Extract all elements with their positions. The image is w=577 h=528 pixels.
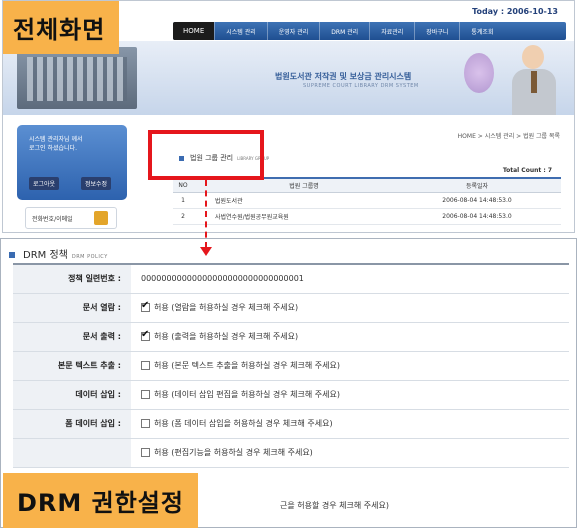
form-data-insert-text: 허용 (폼 데이터 삽입을 허용하실 경우 체크해 주세요): [154, 419, 333, 428]
form-row: 본문 텍스트 추출 : 허용 (본문 텍스트 추출을 허용하실 경우 체크해 주…: [13, 351, 569, 381]
login-panel: 시스템 관리자님 께서 로그인 하셨습니다. 로그아웃 정보수정: [17, 125, 127, 200]
composite-screenshot: Today : 2006-10-13 HOME 시스템 관리 운영자 관리 DR…: [0, 0, 577, 528]
form-row: 데이터 삽입 : 허용 (데이터 삽입 편집을 허용하실 경우 체크해 주세요): [13, 380, 569, 410]
form-row: 허용 (편집기능을 허용하실 경우 체크해 주세요): [13, 438, 569, 468]
form-row: 문서 출력 : 허용 (출력을 허용하실 경우 체크해 주세요): [13, 322, 569, 352]
form-data-insert-checkbox[interactable]: [141, 419, 150, 428]
nav-home[interactable]: HOME: [173, 22, 215, 40]
contact-card-label: 전화번호/이메일: [32, 216, 73, 223]
logout-button[interactable]: 로그아웃: [29, 177, 60, 190]
partial-row-text: 근을 허용할 경우 체크해 주세요): [280, 501, 389, 510]
col-header-group-name: 법원 그룹명: [193, 177, 393, 193]
today-date: Today : 2006-10-13: [472, 7, 558, 16]
doc-view-text: 허용 (열람을 허용하실 경우 체크해 주세요): [154, 303, 299, 312]
login-message: 시스템 관리자님 께서 로그인 하셨습니다.: [29, 136, 83, 152]
col-header-no: NO: [173, 177, 193, 193]
group-table: NO 법원 그룹명 등록일자 1 법원도서관 2006-08-04 14:48:…: [173, 177, 561, 225]
system-subtitle: SUPREME COURT LIBRARY DRM SYSTEM: [303, 83, 419, 89]
doc-print-label: 문서 출력 :: [13, 322, 131, 352]
group-name-link[interactable]: 사법연수원/법원공무원교육원: [193, 208, 393, 225]
edit-checkbox[interactable]: [141, 448, 150, 457]
drm-settings-label: DRM 권한설정: [3, 473, 198, 528]
arrow-line: [205, 180, 207, 248]
contact-card[interactable]: 전화번호/이메일: [25, 207, 117, 229]
arrow-down-icon: [200, 247, 212, 256]
full-screen-label: 전체화면: [3, 1, 120, 54]
col-header-date: 등록일자: [393, 177, 561, 193]
text-extract-label: 본문 텍스트 추출 :: [13, 351, 131, 381]
nav-cart[interactable]: 장바구니: [414, 22, 459, 40]
system-title: 법원도서관 저작권 및 보상금 관리시스템: [275, 72, 412, 81]
data-insert-text: 허용 (데이터 삽입 편집을 허용하실 경우 체크해 주세요): [154, 390, 340, 399]
drm-policy-title: DRM 정책 DRM POLICY: [9, 246, 108, 261]
highlight-box: [148, 130, 264, 180]
decorative-graphic: [464, 53, 494, 93]
breadcrumb: HOME > 시스템 관리 > 법원 그룹 목록: [457, 133, 560, 140]
data-insert-checkbox[interactable]: [141, 390, 150, 399]
edit-info-button[interactable]: 정보수정: [81, 177, 112, 190]
total-count: Total Count : 7: [502, 167, 552, 174]
policy-id-value: 00000000000000000000000000000001: [131, 264, 569, 294]
doc-print-text: 허용 (출력을 허용하실 경우 체크해 주세요): [154, 332, 299, 341]
nav-operator-admin[interactable]: 운영자 관리: [266, 22, 320, 40]
nav-drm-admin[interactable]: DRM 관리: [319, 22, 369, 40]
form-data-insert-label: 폼 데이터 삽입 :: [13, 409, 131, 439]
doc-view-checkbox[interactable]: [141, 300, 150, 312]
edit-text: 허용 (편집기능을 허용하실 경우 체크해 주세요): [154, 448, 313, 457]
court-building-image: [17, 47, 137, 109]
bullet-icon: [9, 252, 15, 258]
doc-view-label: 문서 열람 :: [13, 293, 131, 323]
nav-stats[interactable]: 통계조회: [459, 22, 504, 40]
policy-id-label: 정책 일련번호 :: [13, 264, 131, 294]
doc-print-checkbox[interactable]: [141, 329, 150, 341]
text-extract-text: 허용 (본문 텍스트 추출을 허용하실 경우 체크해 주세요): [154, 361, 340, 370]
form-row: 정책 일련번호 : 000000000000000000000000000000…: [13, 264, 569, 294]
form-row: 폼 데이터 삽입 : 허용 (폼 데이터 삽입을 허용하실 경우 체크해 주세요…: [13, 409, 569, 439]
table-row[interactable]: 1 법원도서관 2006-08-04 14:48:53.0: [173, 192, 561, 209]
data-insert-label: 데이터 삽입 :: [13, 380, 131, 410]
table-row[interactable]: 2 사법연수원/법원공무원교육원 2006-08-04 14:48:53.0: [173, 208, 561, 225]
nav-system-admin[interactable]: 시스템 관리: [214, 22, 267, 40]
person-illustration: [506, 39, 560, 115]
phone-icon: [94, 211, 108, 225]
main-nav: HOME 시스템 관리 운영자 관리 DRM 관리 자료관리 장바구니 통계조회: [173, 22, 566, 40]
group-name-link[interactable]: 법원도서관: [193, 192, 393, 209]
nav-data-admin[interactable]: 자료관리: [369, 22, 414, 40]
text-extract-checkbox[interactable]: [141, 361, 150, 370]
form-row: 문서 열람 : 허용 (열람을 허용하실 경우 체크해 주세요): [13, 293, 569, 323]
drm-policy-form: 정책 일련번호 : 000000000000000000000000000000…: [13, 263, 569, 468]
